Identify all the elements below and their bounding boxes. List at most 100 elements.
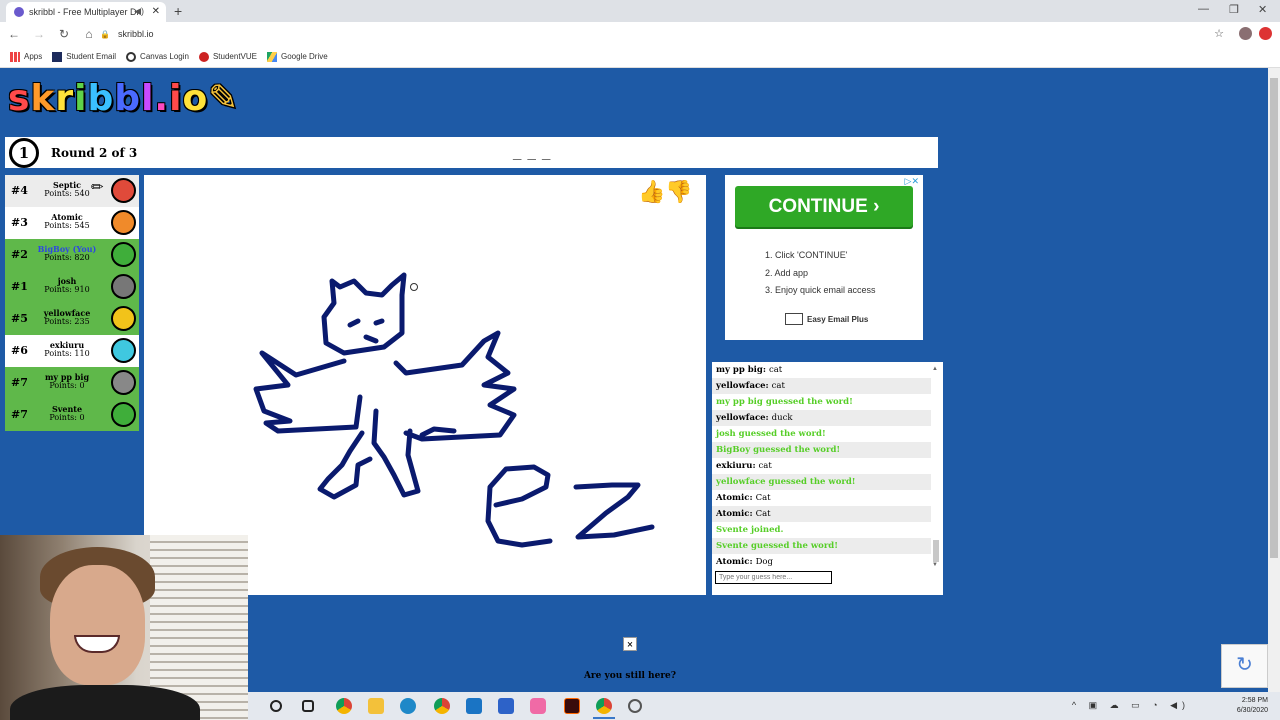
google-drive-icon [267, 51, 277, 62]
ad-continue-button[interactable]: CONTINUE › [735, 186, 913, 227]
player-rank: #1 [11, 280, 28, 293]
chat-message: Atomic: Cat [712, 490, 931, 506]
chat-text: Cat [755, 493, 771, 503]
app-icon-circle[interactable] [628, 699, 642, 713]
player-row[interactable]: #7 my pp big Points: 0 [5, 367, 139, 399]
reload-icon[interactable]: ↻ [53, 27, 75, 41]
chrome-icon[interactable] [336, 698, 352, 714]
ad-brand[interactable]: Easy Email Plus [785, 313, 868, 325]
home-icon[interactable]: ⌂ [78, 27, 100, 41]
tab-close-icon[interactable]: ✕ [152, 6, 160, 17]
logo-letter: r [55, 78, 75, 119]
player-row[interactable]: #2 BigBoy (You) Points: 820 [5, 239, 139, 271]
player-rank: #6 [11, 344, 28, 357]
scrollbar-thumb[interactable] [1270, 78, 1278, 558]
envelope-icon [785, 313, 803, 325]
app-icon-monitor[interactable] [498, 698, 514, 714]
bookmark-apps[interactable]: Apps [10, 51, 42, 62]
chat-scrollbar[interactable]: ▲ ▼ [932, 366, 940, 570]
illustrator-icon[interactable] [564, 698, 580, 714]
player-avatar-icon [111, 306, 136, 331]
player-list: #4 Septic Points: 540 ✏ #3 Atomic Points: 545 #… [5, 175, 139, 431]
edge-icon[interactable] [400, 698, 416, 714]
player-row[interactable]: #6 exkiuru Points: 110 [5, 335, 139, 367]
extension-icon[interactable] [1259, 27, 1272, 40]
speaker-icon[interactable]: ◀) [134, 6, 144, 17]
player-points: Points: 540 [44, 189, 90, 198]
ez-e-stroke [485, 464, 553, 548]
drawing-canvas[interactable]: 👍👎 [144, 175, 706, 595]
timer-clock-icon: 1 [9, 138, 39, 168]
ad-step: 2. Add app [765, 267, 809, 278]
app-icon-pink[interactable] [530, 698, 546, 714]
maximize-icon[interactable]: ❐ [1229, 3, 1239, 16]
bookmark-studentvue[interactable]: StudentVUE [198, 51, 257, 62]
window-close-icon[interactable]: ✕ [1258, 3, 1267, 16]
cat-face-stroke [347, 318, 385, 344]
person-face [50, 565, 145, 685]
browser-tab[interactable]: skribbl - Free Multiplayer Dr ◀) ✕ [6, 2, 166, 22]
thumbs-down-icon[interactable]: 👎 [665, 179, 692, 204]
player-avatar-icon [111, 178, 136, 203]
address-bar[interactable]: 🔒 skribbl.io [100, 25, 1220, 43]
vote-thumbs: 👍👎 [638, 179, 693, 205]
forward-icon[interactable]: → [28, 27, 50, 41]
thumbs-up-icon[interactable]: 👍 [638, 179, 665, 204]
system-tray-icons[interactable]: ^ ▣ ☁ ▭ ◔ ◀) [1072, 700, 1190, 711]
logo-text: skribbl.io [8, 78, 208, 119]
skribbl-logo: skribbl.io✎ [8, 78, 239, 119]
still-here-prompt: × Are you still here? [560, 637, 700, 681]
bookmark-student-email[interactable]: Student Email [52, 51, 116, 62]
clock[interactable]: 2:58 PM 6/30/2020 [1237, 696, 1268, 716]
chat-text: Dog [755, 557, 773, 567]
still-here-text: Are you still here? [583, 671, 677, 681]
advertisement: ▷✕ CONTINUE › 1. Click 'CONTINUE' 2. Add… [725, 175, 923, 340]
brush-cursor-icon [410, 283, 418, 291]
file-explorer-icon[interactable] [368, 698, 384, 714]
cat-head-stroke [321, 272, 407, 356]
player-points: Points: 235 [44, 317, 90, 326]
word-hint: _ _ _ [513, 145, 552, 162]
player-row[interactable]: #5 yellowface Points: 235 [5, 303, 139, 335]
browser-toolbar: ← → ↻ ⌂ 🔒 skribbl.io ☆ [0, 22, 1280, 46]
new-tab-icon[interactable]: + [174, 3, 182, 19]
task-view-icon[interactable] [302, 700, 314, 712]
guess-input[interactable] [715, 571, 832, 584]
chat-message: yellowface: cat [712, 378, 931, 394]
player-row[interactable]: #3 Atomic Points: 545 [5, 207, 139, 239]
scroll-down-icon[interactable]: ▼ [932, 562, 938, 568]
player-row[interactable]: #1 josh Points: 910 [5, 271, 139, 303]
bookmark-google-drive[interactable]: Google Drive [267, 51, 328, 62]
player-avatar-icon [111, 338, 136, 363]
back-icon[interactable]: ← [3, 27, 25, 41]
chrome-icon-3[interactable] [596, 698, 612, 714]
clock-time: 2:58 PM [1241, 697, 1268, 704]
active-app-indicator [593, 717, 615, 719]
chat-author: yellowface [716, 381, 766, 391]
app-icon-blue[interactable] [466, 698, 482, 714]
logo-letter: s [8, 78, 31, 119]
player-row[interactable]: #4 Septic Points: 540 ✏ [5, 175, 139, 207]
page-scrollbar[interactable] [1268, 68, 1280, 692]
ad-step: 3. Enjoy quick email access [765, 285, 876, 295]
logo-letter: . [154, 78, 170, 119]
scroll-up-icon[interactable]: ▲ [932, 366, 938, 372]
chrome-icon-2[interactable] [434, 698, 450, 714]
player-rank: #7 [11, 376, 28, 389]
profile-avatar[interactable] [1239, 27, 1252, 40]
player-rank: #3 [11, 216, 28, 229]
browser-tab-strip: skribbl - Free Multiplayer Dr ◀) ✕ + — ❐… [0, 0, 1280, 22]
cat-right-wing-stroke [393, 330, 517, 442]
minimize-icon[interactable]: — [1198, 3, 1209, 15]
player-row[interactable]: #7 Svente Points: 0 [5, 399, 139, 431]
chat-scroll-thumb[interactable] [933, 540, 939, 562]
still-here-close-button[interactable]: × [623, 637, 637, 651]
bookmark-canvas-login[interactable]: Canvas Login [126, 51, 189, 62]
chat-system-message: yellowface guessed the word! [712, 474, 931, 490]
chat-panel: my pp big: cat yellowface: cat my pp big g… [712, 362, 943, 595]
search-circle-icon[interactable] [270, 700, 282, 712]
player-avatar-icon [111, 370, 136, 395]
recaptcha-badge[interactable]: ↻ [1221, 644, 1268, 688]
bookmark-star-icon[interactable]: ☆ [1214, 27, 1224, 40]
cat-tail-stroke [419, 426, 457, 438]
